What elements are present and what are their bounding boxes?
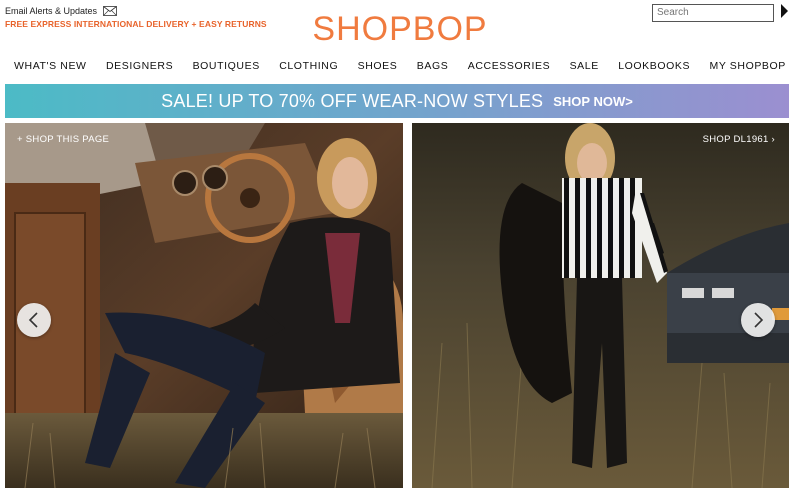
chevron-left-icon (28, 312, 38, 328)
search-box (652, 2, 788, 22)
carousel-prev-button[interactable] (17, 303, 51, 337)
nav-item-accessories[interactable]: ACCESSORIES (468, 60, 550, 78)
hero-photo-field (412, 123, 789, 488)
sale-banner[interactable]: SALE! UP TO 70% OFF WEAR-NOW STYLES SHOP… (5, 84, 789, 118)
banner-text: SALE! UP TO 70% OFF WEAR-NOW STYLES (161, 90, 544, 111)
search-input[interactable] (652, 3, 774, 22)
nav-item-my-shopbop[interactable]: MY SHOPBOP (710, 60, 786, 78)
arrow-right-icon[interactable] (781, 4, 788, 18)
shop-this-page-link[interactable]: + SHOP THIS PAGE (17, 134, 109, 145)
header: Email Alerts & Updates FREE EXPRESS INTE… (0, 0, 800, 58)
email-alerts-link[interactable]: Email Alerts & Updates (5, 6, 117, 16)
email-alerts-label: Email Alerts & Updates (5, 6, 98, 16)
nav-item-sale[interactable]: SALE (570, 60, 599, 78)
shop-brand-link[interactable]: SHOP DL1961 › (703, 134, 775, 145)
nav-item-lookbooks[interactable]: LOOKBOOKS (618, 60, 690, 78)
nav-item-designers[interactable]: DESIGNERS (106, 60, 173, 78)
carousel-next-button[interactable] (741, 303, 775, 337)
nav-item-bags[interactable]: BAGS (417, 60, 449, 78)
banner-shop-now-link[interactable]: SHOP NOW> (553, 94, 633, 109)
promo-text: FREE EXPRESS INTERNATIONAL DELIVERY + EA… (5, 19, 267, 29)
hero-photo-car-interior (5, 123, 403, 488)
nav-item-shoes[interactable]: SHOES (358, 60, 398, 78)
nav-item-clothing[interactable]: CLOTHING (279, 60, 338, 78)
main-nav: WHAT'S NEW DESIGNERS BOUTIQUES CLOTHING … (0, 60, 800, 78)
envelope-icon (103, 6, 117, 16)
hero-image-left[interactable]: + SHOP THIS PAGE (5, 123, 403, 488)
hero-image-right[interactable]: SHOP DL1961 › (412, 123, 789, 488)
nav-item-whats-new[interactable]: WHAT'S NEW (14, 60, 87, 78)
nav-item-boutiques[interactable]: BOUTIQUES (193, 60, 260, 78)
chevron-right-icon (754, 312, 764, 328)
